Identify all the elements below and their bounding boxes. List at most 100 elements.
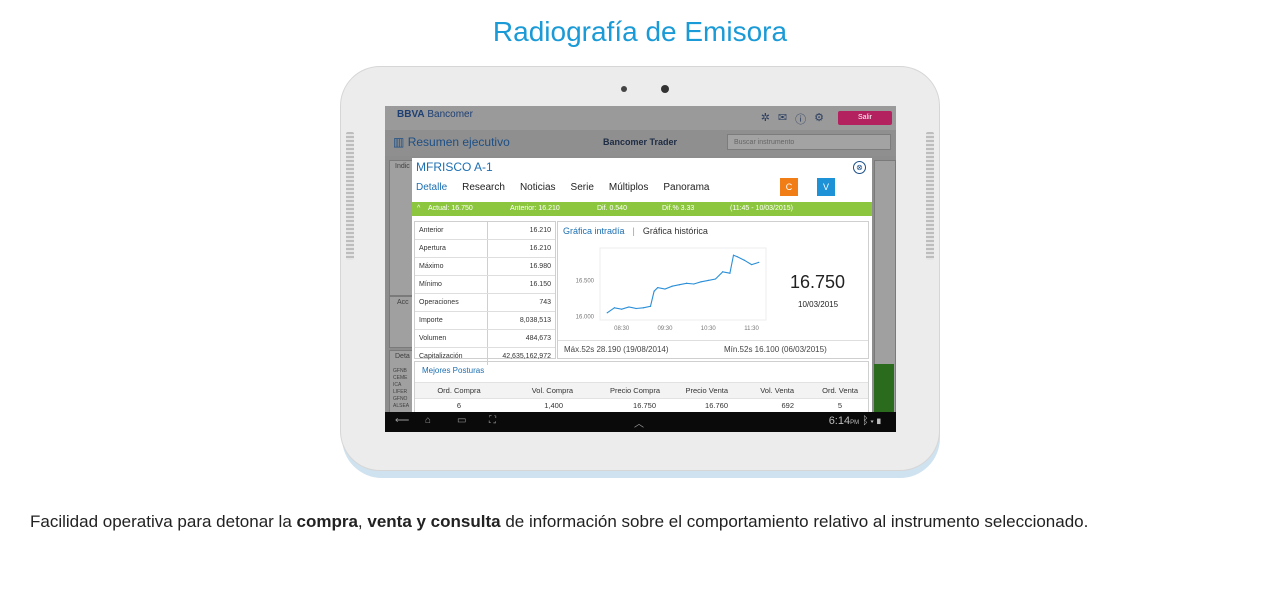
price-series-line [606,254,759,314]
stat-label: Importe [415,312,488,329]
col-header: Ord. Compra [437,386,481,395]
price-date: 10/03/2015 [798,300,839,309]
screenshot-icon[interactable]: ⛶ [489,415,496,426]
stat-row: Importe 8,038,513 [415,312,555,330]
tab-noticias[interactable]: Noticias [520,182,556,193]
network-icon[interactable]: ✲ [761,111,770,127]
price-point [642,307,644,309]
sensor-dot [621,86,627,92]
caption-text: , [357,512,368,531]
price-point [714,278,717,280]
mail-icon[interactable]: ✉ [778,111,787,127]
min-52-weeks: Mín.52s 16.100 (06/03/2015) [724,345,827,354]
price-point [678,284,680,286]
logout-button[interactable]: Salir [838,111,892,125]
back-icon[interactable]: ⟵ [395,415,409,426]
stat-row: Mínimo 16.150 [415,276,555,294]
tab-detalle[interactable]: Detalle [416,182,447,193]
price-point [613,307,616,309]
caption-text: de información sobre el comportamiento r… [500,512,1089,531]
detail-tabs: Detalle Research Noticias Serie Múltiplo… [416,182,725,193]
price-point [758,261,760,263]
stat-row: Operaciones 743 [415,294,555,312]
clock-time: 6:14 [828,415,851,427]
stat-value: 16.210 [529,245,551,252]
bg-list-item: ICA [393,382,402,388]
stat-value: 484,673 [525,335,551,342]
info-icon[interactable]: ⓘ [795,111,806,127]
bg-label-indices: Indic [395,163,410,170]
stat-label: Operaciones [415,294,488,311]
bank-logo: BBVA Bancomer [397,109,473,120]
max-52-weeks: Máx.52s 28.190 (19/08/2014) [564,345,669,354]
stats-table: Anterior 16.210 Apertura 16.210 Máximo 16.9… [414,221,556,365]
battery-icon: ▮ [875,415,882,427]
tab-grafica-intradia[interactable]: Gráfica intradía [563,226,625,236]
chart-bars-icon: ▥ [393,135,405,149]
settings-icon[interactable]: ⚙ [814,111,824,127]
stat-label: Anterior [415,222,488,239]
chevron-up-icon[interactable]: ︿ [634,415,644,430]
quote-actual: Actual: 16.750 [428,205,473,212]
close-icon[interactable]: ⊗ [853,161,866,174]
quote-difpct: Dif.% 3.33 [662,205,695,212]
tab-multiplos[interactable]: Múltiplos [609,182,648,193]
stat-label: Mínimo [415,276,488,293]
col-header: Vol. Compra [531,386,573,395]
chart-tabs: Gráfica intradía | Gráfica histórica [563,226,708,236]
price-point [700,281,702,283]
intraday-chart: 16.500 16.000 08:30 09:30 10:30 11:30 [576,247,767,332]
posturas-header: Ord. Compra Vol. Compra Precio Compra Pr… [415,382,868,399]
price-point [606,312,608,314]
price-point [743,259,745,261]
tab-panorama[interactable]: Panorama [663,182,709,193]
chevron-up-icon: ^ [417,205,421,212]
caption-text: Facilidad operativa para detonar la [30,512,297,531]
page-caption: Facilidad operativa para detonar la comp… [30,512,1088,532]
caption-bold-venta: venta y consulta [367,512,501,531]
price-point [628,306,630,308]
tablet-screen: BBVA Bancomer ✲ ✉ ⓘ ⚙ Salir ▥ Resumen ej… [385,106,896,432]
posturas-title: Mejores Posturas [422,366,485,375]
clock: 6:14PM ᛒ▾▮ [829,415,882,427]
bg-label-detalle: Deta [395,353,410,360]
price-point [750,263,753,266]
speaker-grill-right [926,132,934,260]
bg-list-item: ALSEA [393,403,410,409]
header-icons: ✲ ✉ ⓘ ⚙ [761,111,824,127]
best-bids-panel: Mejores Posturas Ord. Compra Vol. Compra… [414,361,869,418]
chart-panel: Gráfica intradía | Gráfica histórica 16.50… [557,221,869,359]
x-tick-label: 08:30 [614,326,630,332]
tab-research[interactable]: Research [462,182,505,193]
tab-grafica-historica[interactable]: Gráfica histórica [643,226,708,236]
price-point [693,283,695,285]
stat-row: Volumen 484,673 [415,330,555,348]
table-cell: 692 [781,401,794,410]
bg-list-item: GFNB [393,368,407,374]
page-title: Radiografía de Emisora [492,16,788,47]
bg-list-item: LIFER [393,389,408,395]
stat-value: 8,038,513 [519,317,551,324]
price-point [664,288,666,290]
bg-list-item: GFNO [393,396,408,402]
search-input[interactable]: Buscar instrumento [727,134,891,150]
stat-value: 16.150 [529,281,551,288]
stat-value: 16.210 [529,227,551,234]
price-point [686,282,688,284]
camera-lens [661,85,669,93]
buy-button[interactable]: C [780,178,798,196]
tab-serie[interactable]: Serie [571,182,594,193]
price-point [732,254,735,256]
quote-bar: ^ Actual: 16.750 Anterior: 16.210 Dif. 0… [412,202,872,216]
col-header: Vol. Venta [760,386,794,395]
price-point [635,307,637,310]
sell-button[interactable]: V [817,178,835,196]
android-navbar: ⟵ ⌂ ▭ ⛶ ︿ 6:14PM ᛒ▾▮ [385,412,896,432]
instrument-detail-modal: MFRISCO A-1 ⊗ Detalle Research Noticias … [412,158,872,418]
app-center-title: Bancomer Trader [603,137,678,147]
bg-list-item: CEME [393,375,408,381]
recent-apps-icon[interactable]: ▭ [457,415,466,426]
stat-value: 743 [539,299,551,306]
bg-green-block [874,364,894,412]
home-icon[interactable]: ⌂ [425,415,431,426]
